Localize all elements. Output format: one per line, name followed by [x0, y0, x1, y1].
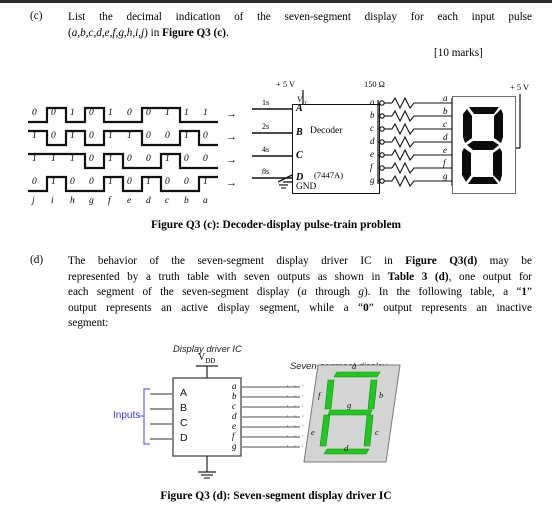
figure-ref-d: Figure Q3(d): [405, 255, 478, 267]
part-d-line-2: represented by a truth table with seven …: [68, 270, 532, 286]
display-in-e: e: [443, 145, 447, 155]
part-d-label: (d): [30, 254, 44, 266]
pd4a: output represents an active display segm…: [68, 301, 364, 314]
segment-b: [494, 109, 503, 143]
part-d-text: The behavior of the seven-segment displa…: [68, 254, 532, 332]
dots-g: · · ·: [286, 442, 306, 451]
driver-out-b: b: [232, 391, 237, 401]
document-page: (c) List the decimal indication of the s…: [0, 0, 552, 514]
pd3g: ”: [527, 286, 532, 298]
figure-q3d: Display driver IC Seven-segment display …: [0, 340, 552, 490]
period-c: .: [225, 26, 229, 39]
pd3c: through: [306, 286, 359, 298]
dots-e: · · ·: [286, 422, 306, 431]
d-seglabel-g: g: [347, 400, 352, 410]
seven-segment-glyph: [462, 107, 503, 184]
segment-a: [469, 107, 499, 114]
part-d-line-5: segment:: [68, 317, 109, 329]
driver-pin-D: D: [180, 432, 188, 444]
table-ref-d: Table 3 (d): [387, 270, 449, 283]
display-in-a: a: [443, 93, 448, 103]
segment-c: [493, 148, 502, 182]
figure-ref-c: Figure Q3 (c): [162, 26, 226, 39]
d-seglabel-f: f: [318, 390, 321, 400]
part-c-line-1: List the decimal indication of the seven…: [68, 11, 532, 23]
driver-out-e: e: [232, 421, 236, 431]
driver-out-d: d: [232, 411, 237, 421]
dots-c: · · ·: [286, 402, 306, 411]
segment-g: [467, 141, 499, 150]
part-d-line-4: output represents an active display segm…: [68, 301, 532, 317]
decoder-out-e: e: [370, 149, 374, 159]
part-c-label: (c): [30, 10, 43, 22]
paren-close-in: ) in: [144, 26, 163, 39]
decoder-out-b: b: [370, 110, 375, 120]
figure-c-caption: Figure Q3 (c): Decoder-display pulse-tra…: [150, 219, 402, 231]
part-d-line-1: The behavior of the seven-segment displa…: [68, 254, 532, 270]
driver-out-c: c: [232, 401, 236, 411]
display-in-f: f: [443, 158, 446, 168]
pulse-letters: a,b,c,d,e,f,g,h,i,j: [71, 26, 145, 39]
seven-segment-display-c: [452, 96, 516, 194]
page-top-edge: [0, 0, 552, 3]
decoder-out-g: g: [370, 175, 375, 185]
decoder-out-d: d: [370, 136, 375, 146]
d-seglabel-b: b: [379, 390, 384, 400]
d-segment-g: [327, 409, 373, 416]
pd2c: , one output for: [448, 270, 533, 283]
pd4c: ” output represents an inactive: [368, 301, 532, 314]
driver-pin-C: C: [180, 417, 188, 429]
figure-q3c: + 5 V + 5 V Vcc 150 Ω: [0, 78, 552, 213]
segment-d: [468, 177, 498, 184]
d-seglabel-a: a: [352, 361, 357, 371]
segment-e: [462, 148, 471, 182]
driver-out-g: g: [232, 441, 237, 451]
segment-f: [463, 109, 472, 143]
dots-a: · · ·: [286, 382, 306, 391]
pd1c: may be: [477, 255, 532, 267]
driver-out-f: f: [232, 431, 235, 441]
figure-d-caption: Figure Q3 (d): Seven-segment display dri…: [160, 490, 392, 502]
display-in-b: b: [443, 106, 448, 116]
driver-pin-A: A: [180, 387, 188, 399]
decoder-out-c: c: [370, 123, 374, 133]
dots-b: · · ·: [286, 392, 306, 401]
marks-c: [10 marks]: [434, 47, 483, 59]
display-in-c: c: [443, 119, 447, 129]
decoder-out-f: f: [370, 162, 373, 172]
dots-d: · · ·: [286, 412, 306, 421]
display-in-g: g: [443, 171, 448, 181]
part-d-line-3: each segment of the seven-segment displa…: [68, 285, 532, 301]
decoder-out-a: a: [370, 97, 375, 107]
display-in-d: d: [443, 132, 448, 142]
part-c-line-2: (a,b,c,d,e,f,g,h,i,j) in Figure Q3 (c).: [68, 26, 532, 42]
d-seglabel-e: e: [311, 427, 315, 437]
part-c-text: List the decimal indication of the seven…: [68, 10, 532, 41]
d-seglabel-d: d: [344, 443, 349, 453]
pd1a: The behavior of the seven-segment displa…: [68, 255, 406, 267]
driver-out-a: a: [232, 381, 237, 391]
pd3e: ). In the following table, a “: [363, 286, 522, 298]
d-seglabel-c: c: [375, 427, 379, 437]
pd2a: represented by a truth table with seven …: [68, 270, 388, 283]
d-segment-a: [333, 371, 381, 378]
dots-f: · · ·: [286, 432, 306, 441]
driver-pin-B: B: [180, 402, 188, 414]
pd3a: each segment of the seven-segment displa…: [68, 286, 302, 298]
figure-d-schematic: [138, 364, 401, 479]
